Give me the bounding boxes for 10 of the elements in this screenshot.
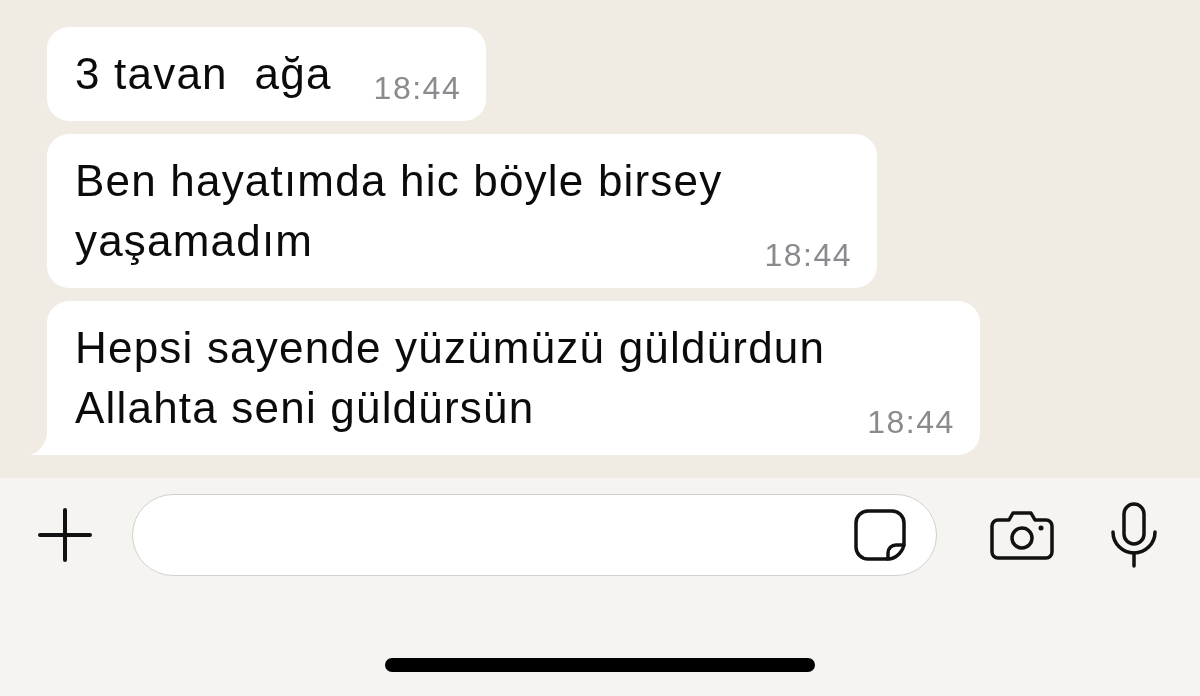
message-time: 18:44 <box>373 72 462 104</box>
camera-icon[interactable] <box>990 510 1054 560</box>
message-time: 18:44 <box>867 406 955 438</box>
message-text: 3 tavan ağa <box>75 48 332 100</box>
sticker-icon[interactable] <box>854 509 906 561</box>
microphone-icon[interactable] <box>1110 502 1158 568</box>
message-time: 18:44 <box>764 239 853 271</box>
message-text: Ben hayatımda hic böyle birsey yaşamadım <box>75 155 723 267</box>
plus-icon[interactable] <box>38 508 92 562</box>
message-text: Hepsi sayende yüzümüzü güldürdun Allahta seni güldürsün <box>75 322 826 434</box>
